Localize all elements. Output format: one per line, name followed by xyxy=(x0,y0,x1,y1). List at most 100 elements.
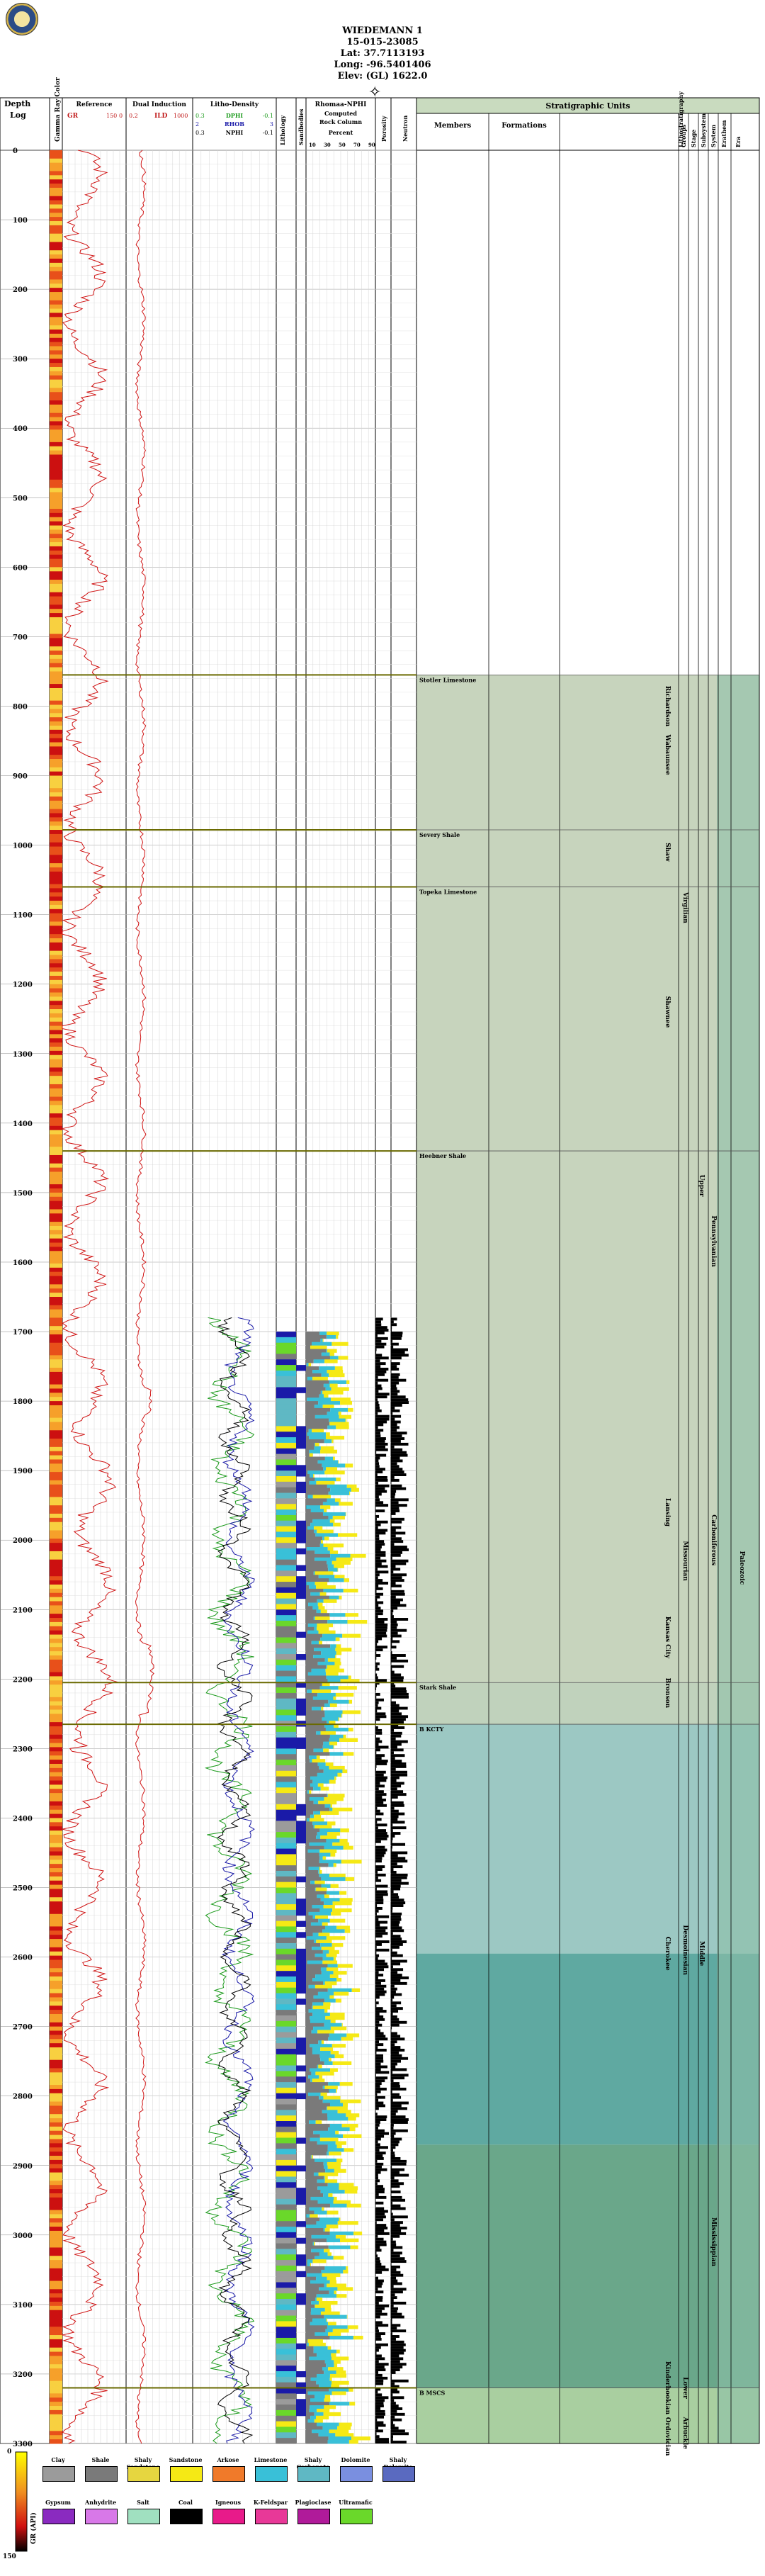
lithology-band xyxy=(276,2237,296,2244)
rhomaa-segment xyxy=(316,2221,338,2225)
rhomaa-segment xyxy=(329,1779,336,1784)
lithology-band xyxy=(276,1887,296,1894)
rhomaa-segment xyxy=(336,1651,342,1655)
rhomaa-segment xyxy=(348,1727,353,1732)
neutron-bar xyxy=(391,2379,409,2383)
rhomaa-segment xyxy=(328,2332,341,2336)
sandbody-band xyxy=(296,1809,306,1816)
lithology-band xyxy=(276,1432,296,1438)
rhomaa-segment xyxy=(324,2307,332,2312)
neutron-bar xyxy=(391,2265,400,2268)
rhomaa-segment xyxy=(306,2176,324,2180)
porosity-bar xyxy=(375,1582,389,1585)
rhomaa-segment xyxy=(306,2002,313,2006)
rhomaa-segment xyxy=(306,2287,319,2291)
porosity-bar xyxy=(375,1414,390,1418)
rhomaa-segment xyxy=(317,1991,334,1996)
gr-color-band xyxy=(50,1192,62,1198)
neutron-bar xyxy=(391,2271,401,2274)
gr-color-band xyxy=(50,988,62,993)
gr-color-band xyxy=(50,2230,62,2236)
porosity-bar xyxy=(375,2412,385,2416)
gr-color-band xyxy=(50,1893,62,1898)
rhomaa-segment xyxy=(335,1648,352,1652)
gr-color-band xyxy=(50,1939,62,1944)
rhomaa-segment xyxy=(314,1442,315,1447)
rhomaa-segment xyxy=(306,1352,322,1356)
lithology-band xyxy=(276,1354,296,1360)
rhomaa-segment xyxy=(310,1592,320,1597)
gr-color-band xyxy=(50,337,62,343)
rhomaa-segment xyxy=(348,2440,358,2444)
lithology-band xyxy=(276,1809,296,1816)
neutron-bar xyxy=(391,2115,406,2119)
porosity-bar xyxy=(375,1804,387,1807)
gr-color-band xyxy=(50,1751,62,1756)
lithology-band xyxy=(276,2354,296,2361)
sandbody-band xyxy=(296,1932,306,1938)
lithology-band xyxy=(276,1587,296,1594)
rhomaa-segment xyxy=(344,2148,354,2152)
rhomaa-segment xyxy=(322,1338,324,1343)
lithology-band xyxy=(276,1459,296,1466)
neutron-bar xyxy=(391,1767,396,1771)
rhomaa-segment xyxy=(306,1838,327,1843)
rhomaa-segment xyxy=(306,1672,308,1676)
gr-color-band xyxy=(50,1468,62,1473)
rhomaa-segment xyxy=(330,1852,336,1857)
rhomaa-segment xyxy=(306,2225,327,2229)
rhomaa-segment xyxy=(353,2231,363,2236)
lithology-band xyxy=(276,2120,296,2127)
legend-swatch xyxy=(340,2466,373,2482)
neutron-bar xyxy=(391,1612,393,1616)
sandbody-band xyxy=(296,1909,306,1916)
rhomaa-segment xyxy=(306,1432,307,1436)
porosity-bar xyxy=(375,1726,378,1729)
rhomaa-segment xyxy=(332,1807,353,1812)
rhomaa-segment xyxy=(306,1585,310,1590)
gr-color-band xyxy=(50,1196,62,1202)
rhomaa-segment xyxy=(326,2363,334,2368)
gr-color-band xyxy=(50,2135,62,2139)
gr-color-band xyxy=(50,333,62,339)
gr-color-band xyxy=(50,2327,62,2332)
gr-color-band xyxy=(50,1526,62,1531)
rhomaa-segment xyxy=(324,1359,338,1363)
neutron-bar xyxy=(391,1456,400,1460)
gr-color-band xyxy=(50,2222,62,2227)
rhomaa-segment xyxy=(314,1880,325,1885)
rhomaa-segment xyxy=(334,1776,336,1780)
rhomaa-segment xyxy=(323,1383,330,1388)
porosity-bar xyxy=(375,2137,381,2141)
neutron-bar xyxy=(391,1376,399,1379)
neutron-bar xyxy=(391,1342,399,1346)
gr-color-band xyxy=(50,1092,62,1098)
gr-color-band xyxy=(50,450,62,456)
porosity-bar xyxy=(375,2251,377,2255)
porosity-bar xyxy=(375,1470,383,1474)
porosity-bar xyxy=(375,2146,388,2149)
lithology-band xyxy=(276,1576,296,1582)
gr-color-band xyxy=(50,1054,62,1060)
porosity-bar xyxy=(375,2074,376,2077)
porosity-bar xyxy=(375,1751,377,1755)
rhomaa-segment xyxy=(306,1741,324,1745)
gr-color-band xyxy=(50,1251,62,1256)
rhomaa-segment xyxy=(309,1449,321,1454)
neutron-bar xyxy=(391,1776,400,1779)
rhomaa-segment xyxy=(306,1592,311,1597)
porosity-bar xyxy=(375,1698,384,1702)
gr-color-band xyxy=(50,759,62,764)
rhomaa-segment xyxy=(331,1397,351,1402)
rhomaa-segment xyxy=(308,1984,315,1989)
rhomaa-segment xyxy=(306,2179,317,2183)
rhomaa-segment xyxy=(327,2276,336,2280)
rhomaa-segment xyxy=(317,1772,338,1777)
rhomaa-segment xyxy=(332,2391,346,2395)
rhomaa-segment xyxy=(306,1505,321,1509)
rhomaa-segment xyxy=(335,2433,354,2437)
rhomaa-segment xyxy=(332,1342,348,1346)
porosity-bar xyxy=(375,1334,378,1337)
rhomaa-segment xyxy=(317,1602,323,1607)
neutron-bar xyxy=(391,2068,407,2071)
